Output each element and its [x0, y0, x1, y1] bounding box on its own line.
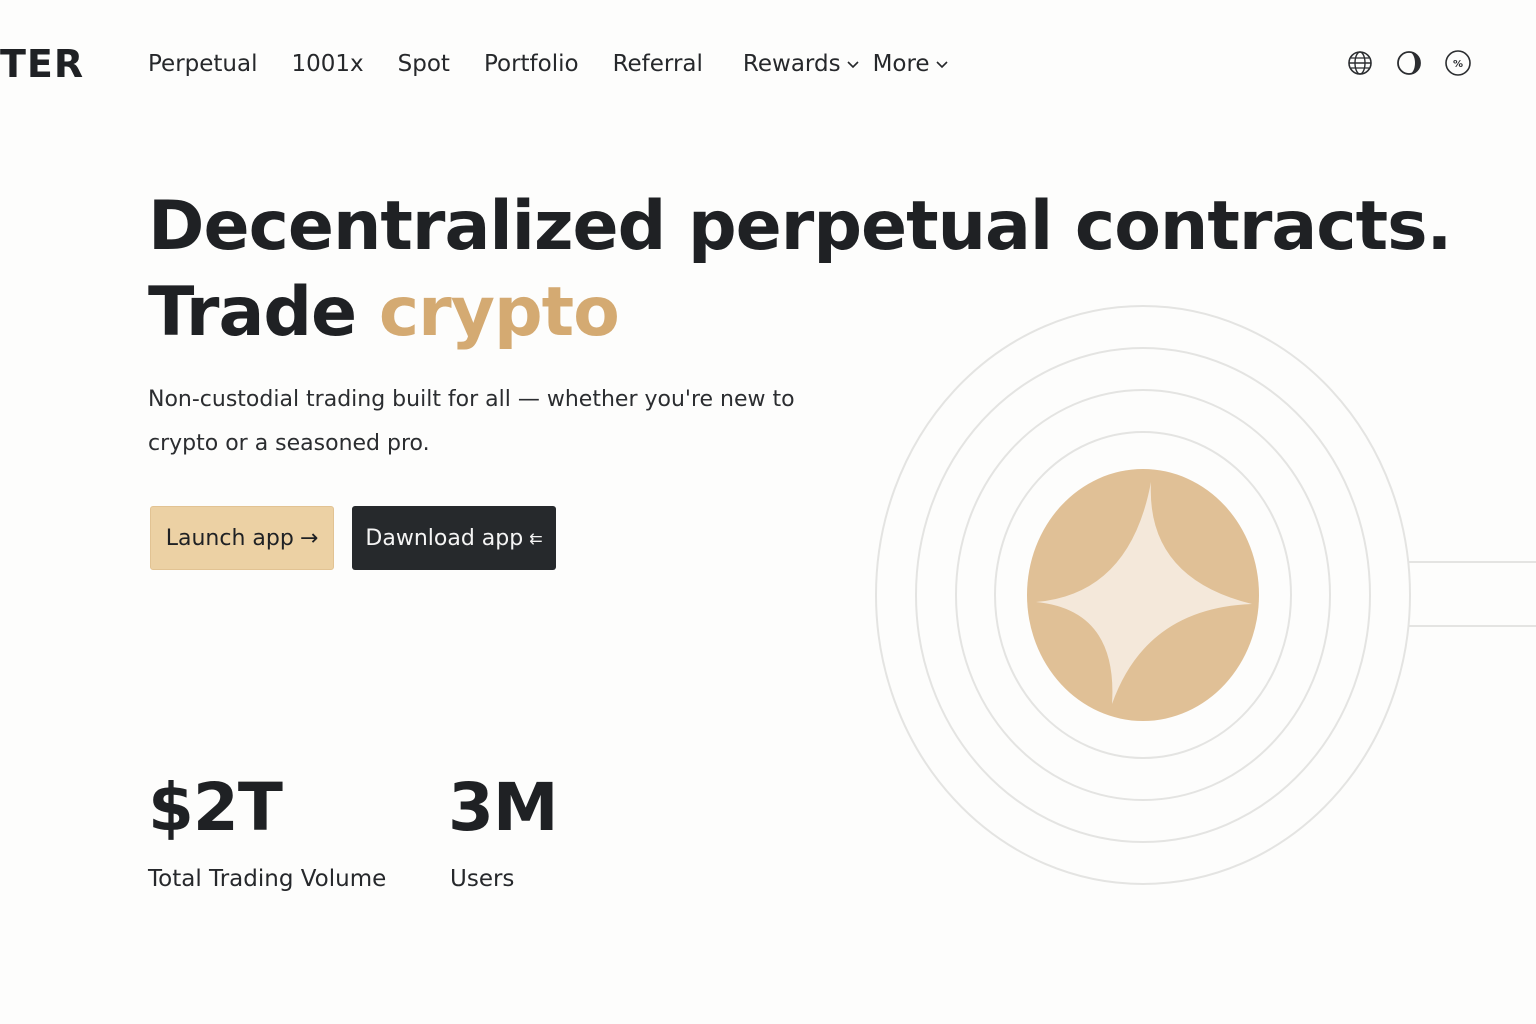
headline-line-1: Decentralized perpetual contracts. [148, 187, 1452, 266]
nav-item-label: Spot [397, 51, 450, 77]
percent-icon[interactable]: % [1444, 49, 1472, 77]
nav-item-spot[interactable]: Spot [398, 46, 450, 82]
nav-item-rewards[interactable]: Rewards [743, 46, 861, 82]
main-nav: Perpetual 1001x Spot Portfolio Referral … [148, 46, 950, 82]
stat-users-value: 3M [448, 769, 559, 846]
nav-item-referral[interactable]: Referral [613, 46, 703, 82]
nav-item-1001x[interactable]: 1001x [292, 46, 364, 82]
chevron-down-icon [846, 61, 859, 69]
nav-item-portfolio[interactable]: Portfolio [484, 46, 579, 82]
headline-line-2-prefix: Trade [148, 273, 379, 352]
stat-users-label: Users [450, 866, 515, 892]
download-app-label: Dawnload app [365, 525, 524, 551]
header-actions: % [1346, 49, 1472, 77]
nav-item-perpetual[interactable]: Perpetual [148, 46, 258, 82]
nav-item-label: 1001x [291, 51, 364, 77]
chevron-down-icon [936, 61, 948, 69]
landing-page: TER Perpetual 1001x Spot Portfolio Refer… [0, 0, 1536, 1024]
nav-item-label: Referral [612, 51, 703, 77]
launch-app-label: Launch app [165, 525, 294, 551]
launch-app-button[interactable]: Launch app → [150, 506, 334, 570]
hero-subtitle: Non-custodial trading built for all — wh… [148, 387, 795, 456]
nav-item-label: Rewards [742, 51, 841, 77]
hero-illustration [875, 305, 1536, 885]
headline-accent-word: crypto [378, 273, 620, 352]
download-icon: ⇇ [529, 528, 543, 548]
stat-volume-value: $2T [148, 769, 283, 846]
globe-icon[interactable] [1346, 49, 1374, 77]
nav-item-label: Perpetual [148, 51, 258, 77]
theme-toggle-icon[interactable] [1395, 49, 1423, 77]
arrow-right-icon: → [299, 525, 319, 551]
download-app-button[interactable]: Dawnload app ⇇ [352, 506, 556, 570]
nav-item-label: More [872, 51, 930, 77]
nav-item-label: Portfolio [483, 51, 579, 77]
svg-text:%: % [1453, 59, 1463, 70]
brand-logo[interactable]: TER [0, 40, 84, 88]
stat-volume-label: Total Trading Volume [148, 866, 387, 892]
nav-item-more[interactable]: More [873, 46, 950, 82]
